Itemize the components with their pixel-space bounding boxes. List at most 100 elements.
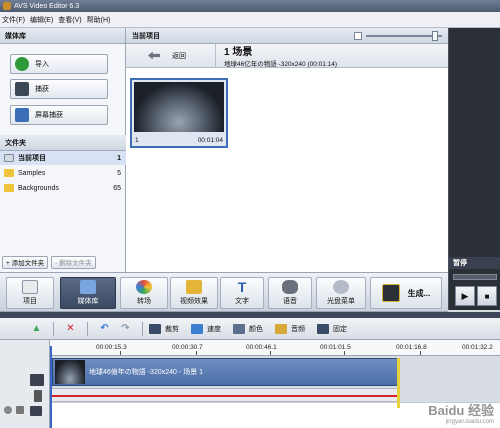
- clip-thumbnail: [55, 360, 85, 384]
- stop-icon: ■: [484, 291, 490, 301]
- speed-button[interactable]: 速度: [191, 323, 221, 334]
- plus-icon: [15, 57, 29, 71]
- thumbnail-index: 1: [135, 137, 139, 144]
- track-headers: [0, 340, 50, 428]
- ruler-tick: 00:01:16.8: [396, 344, 427, 351]
- divider: [87, 321, 88, 336]
- zoom-slider[interactable]: [354, 31, 442, 41]
- audio-icon: [275, 323, 287, 334]
- app-icon: [3, 2, 11, 10]
- main-toolbar: 项目 媒体库 转场 视频效果 T 文字 语音 光盘菜单 生成...: [0, 272, 448, 312]
- zoom-track[interactable]: [366, 31, 442, 41]
- zoom-thumb[interactable]: [432, 31, 438, 41]
- project-header-title: 当前项目: [132, 32, 160, 40]
- voice-label: 语音: [283, 298, 297, 305]
- ruler-mark: [196, 351, 197, 355]
- color-button[interactable]: 颜色: [233, 323, 263, 334]
- color-icon: [233, 323, 245, 334]
- import-button[interactable]: 导入: [10, 54, 108, 74]
- scene-navbar: 返回 1 场景 地球46亿年の物語 -320x240 (00:01:14): [126, 43, 448, 68]
- menu-file[interactable]: 文件(F): [2, 15, 25, 25]
- speaker-icon[interactable]: [34, 390, 42, 402]
- folder-icon: [4, 154, 14, 162]
- disc-menu-label: 光盘菜单: [327, 298, 355, 305]
- left-panel: 媒体库 导入 捕获 屏幕捕获 文件夹 当前项目 1 Samples 5 Back…: [0, 28, 126, 272]
- scene-meta: 地球46亿年の物語 -320x240 (00:01:14): [224, 61, 338, 68]
- microphone-icon: [282, 280, 298, 294]
- video-track-icon: [30, 374, 44, 386]
- folder-label: Samples: [18, 169, 46, 177]
- audio-level-line: [52, 395, 398, 397]
- scene-thumbnail[interactable]: 1 00:01:04: [130, 78, 228, 148]
- folder-count: 5: [117, 169, 121, 177]
- folder-label: Backgrounds: [18, 184, 59, 192]
- play-button[interactable]: ▶: [455, 286, 475, 306]
- freeze-icon: [317, 323, 329, 334]
- timeline-ruler[interactable]: 00:00:15.3 00:00:30.7 00:00:46.1 00:01:0…: [50, 340, 500, 356]
- speed-label: 速度: [207, 325, 221, 333]
- freeze-button[interactable]: 固定: [317, 323, 347, 334]
- scene-title: 1 场景: [224, 47, 253, 58]
- folder-count: 1: [117, 154, 121, 162]
- play-icon: ▶: [461, 290, 469, 301]
- video-effects-button[interactable]: 视频效果: [170, 277, 218, 309]
- preview-progress[interactable]: [453, 274, 497, 280]
- trim-label: 裁剪: [165, 325, 179, 333]
- folder-current-project[interactable]: 当前项目 1: [0, 151, 126, 165]
- text-label: 文字: [235, 298, 249, 305]
- project-header: 当前项目: [126, 28, 448, 44]
- stop-button[interactable]: ■: [477, 286, 497, 306]
- text-button[interactable]: T 文字: [220, 277, 264, 309]
- clip-end-marker[interactable]: [397, 358, 400, 408]
- media-library-header: 媒体库: [0, 28, 125, 44]
- playhead[interactable]: [50, 346, 52, 428]
- freeze-label: 固定: [333, 325, 347, 333]
- eye-icon[interactable]: [4, 406, 12, 414]
- trim-button[interactable]: 裁剪: [149, 323, 179, 334]
- clip-label: 地球46億年の物語 -320x240 - 场景 1: [89, 369, 203, 376]
- preview-state: 暂停: [449, 257, 500, 269]
- thumbnail-image: [134, 82, 224, 132]
- redo-icon[interactable]: ↷: [119, 323, 132, 335]
- disc-icon: [333, 280, 349, 294]
- undo-icon[interactable]: ↶: [98, 323, 111, 335]
- move-icon[interactable]: ▲: [30, 323, 43, 335]
- lock-icon[interactable]: [16, 406, 24, 414]
- ruler-tick: 00:00:15.3: [96, 344, 127, 351]
- ruler-mark: [420, 351, 421, 355]
- divider: [142, 321, 143, 336]
- scene-info: 1 场景 地球46亿年の物語 -320x240 (00:01:14): [216, 43, 337, 68]
- effects-track-icon: [30, 406, 42, 416]
- menu-bar: 文件(F) 编辑(E) 查看(V) 帮助(H): [0, 12, 500, 28]
- folder-backgrounds[interactable]: Backgrounds 65: [0, 181, 126, 195]
- disc-menu-button[interactable]: 光盘菜单: [316, 277, 366, 309]
- back-button[interactable]: 返回: [126, 43, 216, 68]
- menu-view[interactable]: 查看(V): [58, 15, 81, 25]
- project-button[interactable]: 项目: [6, 277, 54, 309]
- add-folder-button[interactable]: + 添加文件夹: [2, 255, 49, 269]
- capture-button[interactable]: 捕获: [10, 79, 108, 99]
- back-label: 返回: [172, 52, 186, 60]
- menu-help[interactable]: 帮助(H): [87, 15, 111, 25]
- delete-icon[interactable]: ✕: [64, 323, 77, 335]
- screen-capture-button[interactable]: 屏幕捕获: [10, 105, 108, 125]
- audio-track[interactable]: [52, 388, 398, 402]
- produce-button[interactable]: 生成...: [370, 277, 442, 309]
- delete-folder-button[interactable]: - 删除文件夹: [51, 255, 96, 269]
- zoom-checkbox[interactable]: [354, 32, 362, 40]
- watermark-main: Baidu 经验: [428, 403, 494, 418]
- folder-samples[interactable]: Samples 5: [0, 166, 126, 180]
- timeline-video-clip[interactable]: 地球46億年の物語 -320x240 - 场景 1: [52, 358, 398, 386]
- window-title: AVS Video Editor 6.3: [14, 2, 80, 10]
- transitions-button[interactable]: 转场: [120, 277, 168, 309]
- voice-button[interactable]: 语音: [268, 277, 312, 309]
- ruler-tick: 00:01:32.2: [462, 344, 493, 351]
- thumbnail-duration: 00:01:04: [197, 137, 223, 144]
- audio-button[interactable]: 音频: [275, 323, 305, 334]
- media-library-button[interactable]: 媒体库: [60, 277, 116, 309]
- media-library-icon: [80, 280, 96, 294]
- color-label: 颜色: [249, 325, 263, 333]
- speed-icon: [191, 323, 203, 334]
- menu-edit[interactable]: 编辑(E): [30, 15, 53, 25]
- produce-label: 生成...: [407, 288, 431, 298]
